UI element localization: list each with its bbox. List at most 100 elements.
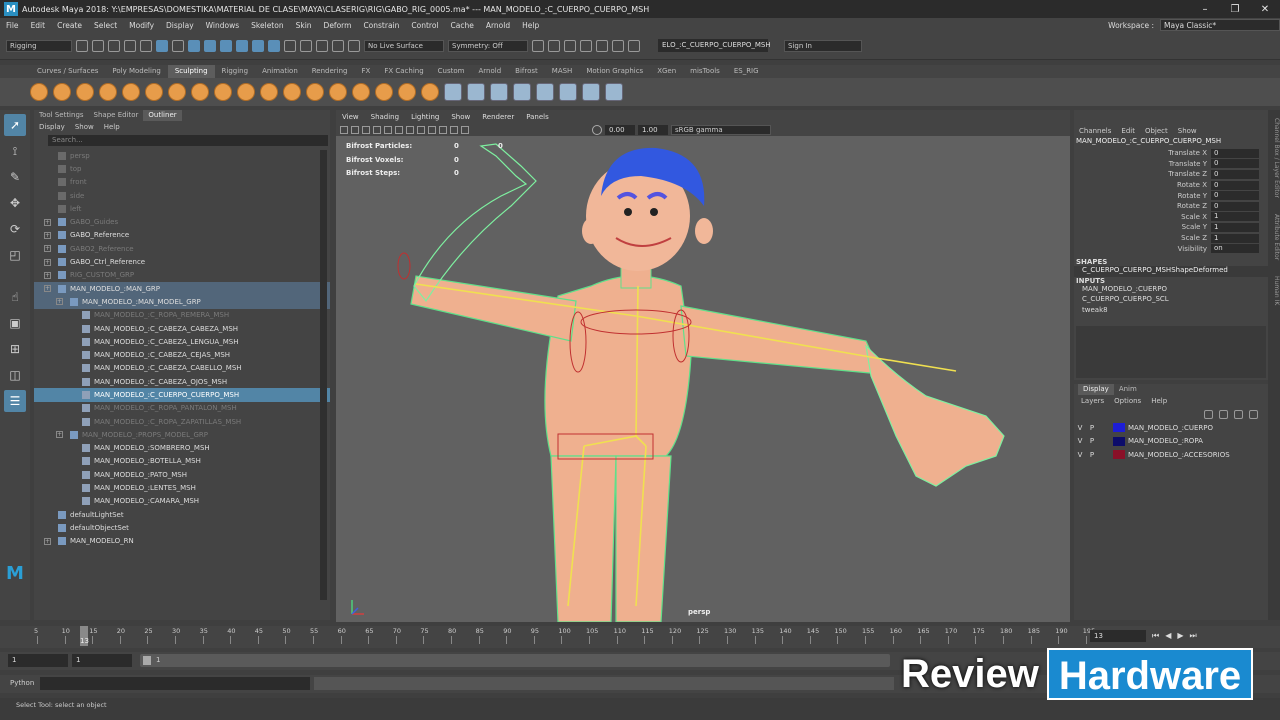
sculpt-brush-icon[interactable] — [122, 83, 140, 101]
shelf-tab-es-rig[interactable]: ES_RIG — [727, 65, 766, 78]
menu-modify[interactable]: Modify — [123, 21, 160, 30]
layer-menu-layers[interactable]: Layers — [1076, 397, 1109, 405]
channelbox-menu-channels[interactable]: Channels — [1074, 127, 1116, 135]
output-icon[interactable] — [316, 39, 328, 52]
sculpt-brush-icon[interactable] — [214, 83, 232, 101]
sculpt-brush-icon[interactable] — [352, 83, 370, 101]
snap-grid-icon[interactable] — [204, 39, 216, 52]
channel-attr-row[interactable]: Rotate Z 0 — [1074, 201, 1268, 212]
channel-attr-row[interactable]: Translate Y 0 — [1074, 159, 1268, 170]
channel-attr-row[interactable]: Rotate X 0 — [1074, 180, 1268, 191]
mesh-tool-icon[interactable] — [582, 83, 600, 101]
exposure-field[interactable]: 0.00 — [605, 125, 635, 135]
scale-tool-icon[interactable]: ◰ — [4, 244, 26, 266]
gamma-field[interactable]: 1.00 — [638, 125, 668, 135]
channel-attr-row[interactable]: Translate Z 0 — [1074, 169, 1268, 180]
viewport-menu-show[interactable]: Show — [445, 113, 476, 121]
sculpt-brush-icon[interactable] — [76, 83, 94, 101]
viewport-menu-shading[interactable]: Shading — [365, 113, 405, 121]
new-layer-icon[interactable] — [1234, 409, 1243, 419]
aa-icon[interactable] — [461, 126, 469, 134]
sculpt-brush-icon[interactable] — [260, 83, 278, 101]
smooth-shade-icon[interactable] — [373, 126, 381, 134]
menu-select[interactable]: Select — [88, 21, 123, 30]
shelf-tab-custom[interactable]: Custom — [431, 65, 472, 78]
outliner-row[interactable]: + GABO_Guides — [34, 215, 330, 228]
current-frame-field[interactable]: 13 — [1090, 630, 1146, 642]
outliner-row[interactable]: side — [34, 189, 330, 202]
outliner-scrollbar[interactable] — [320, 150, 327, 600]
sculpt-utility-icon[interactable] — [467, 83, 485, 101]
expand-toggle-icon[interactable]: + — [44, 258, 51, 266]
sculpt-brush-icon[interactable] — [329, 83, 347, 101]
live-surface-dropdown[interactable]: No Live Surface — [364, 39, 444, 52]
layer-name[interactable]: MAN_MODELO_:CUERPO — [1128, 424, 1213, 432]
shelf-tab-bifrost[interactable]: Bifrost — [508, 65, 545, 78]
sculpt-brush-icon[interactable] — [306, 83, 324, 101]
layer-move-down-icon[interactable] — [1219, 409, 1228, 419]
outliner-row[interactable]: MAN_MODELO_:C_CUERPO_CUERPO_MSH — [34, 388, 330, 402]
channel-attr-value[interactable]: 0 — [1211, 169, 1259, 179]
arnold-render-icon[interactable] — [596, 39, 608, 52]
outliner-row[interactable]: + RIG_CUSTOM_GRP — [34, 269, 330, 282]
snap-point-icon[interactable] — [236, 39, 248, 52]
select-component-icon[interactable] — [188, 39, 200, 52]
outliner-row[interactable]: MAN_MODELO_:CAMARA_MSH — [34, 495, 330, 508]
mesh-tool-icon[interactable] — [559, 83, 577, 101]
layer-playback-toggle[interactable]: P — [1086, 437, 1098, 445]
last-tool-icon[interactable]: ☝ — [4, 286, 26, 308]
channel-attr-value[interactable]: 0 — [1211, 180, 1259, 190]
history-icon[interactable] — [284, 39, 296, 52]
sculpt-brush-icon[interactable] — [168, 83, 186, 101]
layer-visibility-toggle[interactable]: V — [1074, 437, 1086, 445]
symmetry-dropdown[interactable]: Symmetry: Off — [448, 39, 528, 52]
outliner-row[interactable]: defaultLightSet — [34, 508, 330, 521]
outliner-row[interactable]: MAN_MODELO_:C_CABEZA_CABEZA_MSH — [34, 322, 330, 335]
outliner-row[interactable]: persp — [34, 149, 330, 162]
channel-attr-value[interactable]: 1 — [1211, 212, 1259, 222]
layer-color-swatch[interactable] — [1113, 423, 1125, 433]
undo-icon[interactable] — [124, 39, 136, 52]
menu-arnold[interactable]: Arnold — [480, 21, 516, 30]
layer-color-swatch[interactable] — [1113, 450, 1125, 460]
outliner-row[interactable]: front — [34, 176, 330, 189]
shadows-icon[interactable] — [406, 126, 414, 134]
expand-toggle-icon[interactable]: + — [44, 245, 51, 253]
viewport-menu-view[interactable]: View — [336, 113, 365, 121]
range-inner-start-field[interactable]: 1 — [72, 654, 132, 667]
outliner-row[interactable]: MAN_MODELO_:C_CABEZA_OJOS_MSH — [34, 375, 330, 388]
layer-tab-anim[interactable]: Anim — [1114, 384, 1142, 395]
layer-row[interactable]: V P MAN_MODELO_:CUERPO — [1074, 421, 1268, 435]
channel-attr-value[interactable]: 0 — [1211, 201, 1259, 211]
menu-create[interactable]: Create — [51, 21, 88, 30]
outliner-row[interactable]: defaultObjectSet — [34, 521, 330, 534]
textured-icon[interactable] — [384, 126, 392, 134]
outliner-row[interactable]: MAN_MODELO_:C_ROPA_PANTALON_MSH — [34, 402, 330, 415]
rotate-tool-icon[interactable]: ⟳ — [4, 218, 26, 240]
grid-icon[interactable] — [351, 126, 359, 134]
outliner-row[interactable]: + MAN_MODELO_RN — [34, 535, 330, 548]
outliner-row[interactable]: + GABO_Reference — [34, 229, 330, 242]
snap-surface-icon[interactable] — [268, 39, 280, 52]
lights-icon[interactable] — [395, 126, 403, 134]
layer-menu-options[interactable]: Options — [1109, 397, 1146, 405]
outliner-row[interactable]: MAN_MODELO_:LENTES_MSH — [34, 481, 330, 494]
channelbox-side-tab[interactable]: Channel Box / Layer Editor — [1273, 118, 1280, 198]
menu-deform[interactable]: Deform — [318, 21, 358, 30]
channel-attr-row[interactable]: Translate X 0 — [1074, 148, 1268, 159]
input-node[interactable]: tweak8 — [1074, 306, 1268, 317]
layer-playback-toggle[interactable]: P — [1086, 424, 1098, 432]
shape-node[interactable]: C_CUERPO_CUERPO_MSHShapeDeformed — [1074, 265, 1268, 277]
ipr-render-icon[interactable] — [548, 39, 560, 52]
channelbox-menu-show[interactable]: Show — [1173, 127, 1202, 135]
channel-attr-row[interactable]: Visibility on — [1074, 243, 1268, 254]
sculpt-brush-icon[interactable] — [375, 83, 393, 101]
sculpt-utility-icon[interactable] — [490, 83, 508, 101]
outliner-row[interactable]: MAN_MODELO_:C_ROPA_REMERA_MSH — [34, 309, 330, 322]
channel-attr-value[interactable]: 1 — [1211, 222, 1259, 232]
play-icon[interactable] — [612, 39, 624, 52]
new-layer-selected-icon[interactable] — [1249, 409, 1258, 419]
mesh-tool-icon[interactable] — [536, 83, 554, 101]
script-language-label[interactable]: Python — [10, 679, 34, 687]
viewport-menu-renderer[interactable]: Renderer — [476, 113, 520, 121]
